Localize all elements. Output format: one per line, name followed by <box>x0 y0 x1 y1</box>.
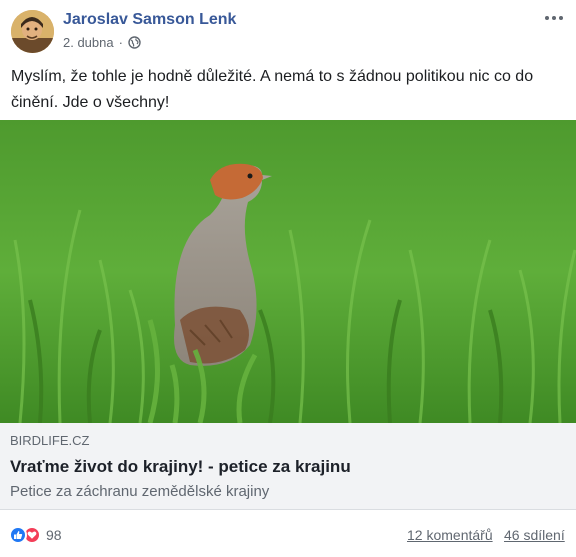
author-avatar[interactable] <box>11 10 54 53</box>
dot <box>545 16 549 20</box>
link-domain: BIRDLIFE.CZ <box>10 433 90 448</box>
dot <box>552 16 556 20</box>
reaction-count: 98 <box>46 527 62 543</box>
partridge-photo[interactable] <box>0 120 576 423</box>
link-title[interactable]: Vraťme život do krajiny! - petice za kra… <box>10 457 351 477</box>
globe-icon[interactable] <box>128 36 141 49</box>
more-options-icon[interactable] <box>542 8 566 28</box>
shares-link[interactable]: 46 sdílení <box>504 527 565 543</box>
link-preview[interactable]: BIRDLIFE.CZ Vraťme život do krajiny! - p… <box>0 120 576 510</box>
author-name[interactable]: Jaroslav Samson Lenk <box>63 11 236 29</box>
reactions-summary[interactable]: 98 <box>9 526 62 544</box>
post-meta: 2. dubna · <box>63 35 141 50</box>
dot <box>559 16 563 20</box>
post-footer: 98 12 komentářů 46 sdílení <box>0 520 576 550</box>
post-date[interactable]: 2. dubna <box>63 35 114 50</box>
post-header: Jaroslav Samson Lenk 2. dubna · <box>0 0 576 60</box>
post-text: Myslím, že tohle je hodně důležité. A ne… <box>11 68 534 111</box>
like-icon <box>9 526 27 544</box>
meta-separator: · <box>118 35 123 50</box>
link-info[interactable]: BIRDLIFE.CZ Vraťme život do krajiny! - p… <box>0 423 576 510</box>
link-description: Petice za záchranu zemědělské krajiny <box>10 483 270 500</box>
comments-link[interactable]: 12 komentářů <box>407 527 493 543</box>
